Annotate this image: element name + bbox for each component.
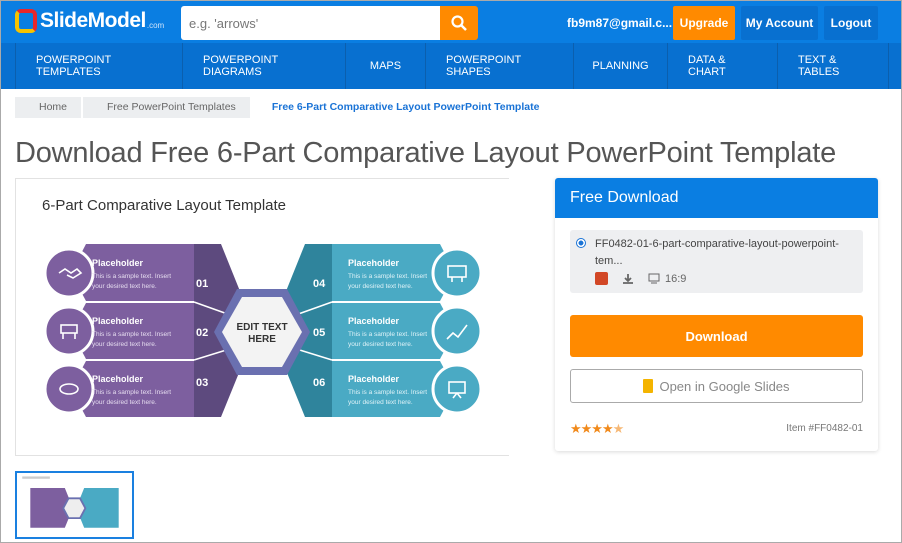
item-number: 01 <box>196 278 208 290</box>
item-text: your desired text here. <box>348 283 413 290</box>
meeting-icon <box>43 305 95 357</box>
nav-powerpoint-templates[interactable]: POWERPOINT TEMPLATES <box>15 43 182 89</box>
item-text: This is a sample text. Insert <box>92 273 171 280</box>
item-number: 02 <box>196 327 208 339</box>
item-text: your desired text here. <box>92 283 157 290</box>
nav-maps[interactable]: MAPS <box>345 43 425 89</box>
logo-text: SlideModel <box>40 9 146 32</box>
team-growth-icon <box>431 305 483 357</box>
item-heading: Placeholder <box>92 374 144 384</box>
file-name: FF0482-01-6-part-comparative-layout-powe… <box>595 238 839 267</box>
account-email[interactable]: fb9m87@gmail.c... <box>567 16 672 30</box>
logo[interactable]: SlideModel .com <box>15 9 164 33</box>
thumbnail-graphic <box>22 476 119 528</box>
center-text-line1: EDIT TEXT <box>236 322 287 333</box>
top-bar: SlideModel .com fb9m87@gmail.c... Upgrad… <box>1 1 901 43</box>
powerpoint-icon <box>595 272 608 285</box>
breadcrumb: Home Free PowerPoint Templates Free 6-Pa… <box>15 97 553 118</box>
search-button[interactable] <box>440 6 478 40</box>
item-text: This is a sample text. Insert <box>348 331 427 338</box>
item-text: your desired text here. <box>92 399 157 406</box>
item-heading: Placeholder <box>348 374 400 384</box>
my-account-button[interactable]: My Account <box>741 6 818 40</box>
breadcrumb-home[interactable]: Home <box>15 97 82 118</box>
breadcrumb-free-templates[interactable]: Free PowerPoint Templates <box>81 97 250 118</box>
item-text: your desired text here. <box>92 341 157 348</box>
logout-button[interactable]: Logout <box>824 6 878 40</box>
item-text: This is a sample text. Insert <box>92 389 171 396</box>
conference-table-icon <box>43 363 95 415</box>
main-nav: POWERPOINT TEMPLATES POWERPOINT DIAGRAMS… <box>1 43 901 89</box>
logo-mark-icon <box>15 9 37 33</box>
search-input[interactable] <box>181 6 440 40</box>
nav-powerpoint-diagrams[interactable]: POWERPOINT DIAGRAMS <box>182 43 345 89</box>
panel-title: Free Download <box>555 178 878 218</box>
download-panel: Free Download FF0482-01-6-part-comparati… <box>555 178 878 451</box>
item-number: 03 <box>196 377 208 389</box>
google-slides-label: Open in Google Slides <box>659 378 790 394</box>
monitor-icon <box>648 273 660 284</box>
google-slides-icon <box>643 379 654 393</box>
item-text: This is a sample text. Insert <box>348 273 427 280</box>
nav-planning[interactable]: PLANNING <box>573 43 667 89</box>
rating-stars: ★★★★★ <box>570 421 624 436</box>
file-radio[interactable] <box>576 238 586 248</box>
item-number: 06 <box>313 377 325 389</box>
logo-suffix: .com <box>146 21 165 30</box>
center-text-line2: HERE <box>248 334 276 345</box>
search-icon <box>451 15 467 31</box>
slide-thumbnail[interactable] <box>15 471 134 539</box>
slide-title: 6-Part Comparative Layout Template <box>42 197 286 214</box>
breadcrumb-current: Free 6-Part Comparative Layout PowerPoin… <box>271 101 540 113</box>
handshake-icon <box>43 247 95 299</box>
download-button[interactable]: Download <box>570 315 863 357</box>
nav-powerpoint-shapes[interactable]: POWERPOINT SHAPES <box>425 43 573 89</box>
slide-graphic: 6-Part Comparative Layout Template EDIT … <box>42 197 483 417</box>
slide-preview[interactable]: 6-Part Comparative Layout Template EDIT … <box>15 178 509 456</box>
item-heading: Placeholder <box>92 258 144 268</box>
billboard-icon <box>431 247 483 299</box>
item-text: your desired text here. <box>348 399 413 406</box>
upgrade-button[interactable]: Upgrade <box>673 6 735 40</box>
download-icon <box>623 273 633 284</box>
item-heading: Placeholder <box>348 316 400 326</box>
page-title: Download Free 6-Part Comparative Layout … <box>15 137 837 169</box>
item-text: This is a sample text. Insert <box>92 331 171 338</box>
item-heading: Placeholder <box>92 316 144 326</box>
nav-text-tables[interactable]: TEXT & TABLES <box>777 43 889 89</box>
item-number: 04 <box>313 278 326 290</box>
item-text: This is a sample text. Insert <box>348 389 427 396</box>
nav-data-chart[interactable]: DATA & CHART <box>667 43 777 89</box>
item-heading: Placeholder <box>348 258 400 268</box>
aspect-ratio: 16:9 <box>665 272 687 285</box>
item-text: your desired text here. <box>348 341 413 348</box>
open-google-slides-button[interactable]: Open in Google Slides <box>570 369 863 403</box>
item-id: Item #FF0482-01 <box>786 423 863 434</box>
item-number: 05 <box>313 327 325 339</box>
file-option[interactable]: FF0482-01-6-part-comparative-layout-powe… <box>570 230 863 293</box>
presentation-board-icon <box>431 363 483 415</box>
